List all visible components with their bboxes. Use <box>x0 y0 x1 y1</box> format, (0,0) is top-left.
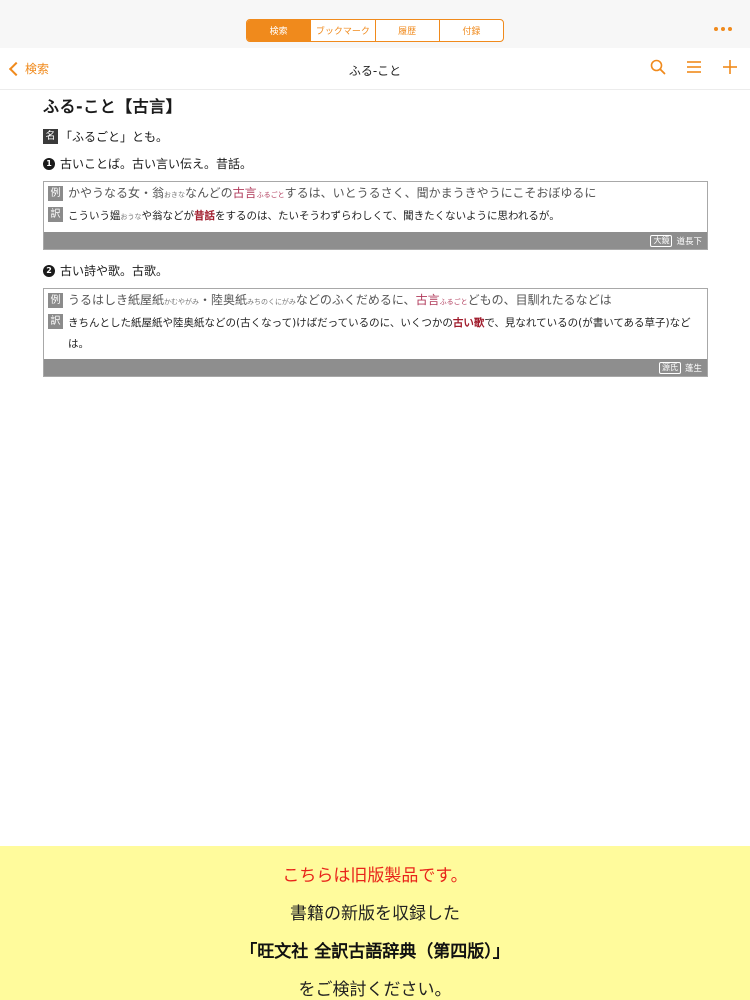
translation-text: こういう媼おうなや翁などが昔話をするのは、たいそうわずらわしくて、聞きたくないよ… <box>68 210 560 222</box>
pos-tag: 名 <box>43 129 58 144</box>
source-bar: 大鏡 道長下 <box>44 232 707 249</box>
source-book[interactable]: 源氏 <box>658 361 681 374</box>
source-chapter: 蓬生 <box>684 363 702 374</box>
example-text: うるはしき紙屋紙かむやがみ・陸奥紙みちのくにがみなどのふくだめるに、古言ふるごと… <box>68 293 612 307</box>
sense-1: 1 古いことば。古い言い伝え。昔話。 <box>43 155 708 172</box>
tab-appendix[interactable]: 付録 <box>438 20 503 41</box>
translation-line: 訳 きちんとした紙屋紙や陸奥紙などの(古くなって)けばだっているのに、いくつかの… <box>44 311 707 359</box>
tab-search[interactable]: 検索 <box>247 20 311 41</box>
example-line: 例 かやうなる女・翁おきななんどの古言ふるごとするは、いとうるさく、聞かまうきや… <box>44 182 707 204</box>
translation-line: 訳 こういう媼おうなや翁などが昔話をするのは、たいそうわずらわしくて、聞きたくな… <box>44 204 707 232</box>
translation-tag: 訳 <box>48 207 63 222</box>
translation-tag: 訳 <box>48 314 63 329</box>
example-box-1: 例 かやうなる女・翁おきななんどの古言ふるごとするは、いとうるさく、聞かまうきや… <box>43 181 708 250</box>
example-line: 例 うるはしき紙屋紙かむやがみ・陸奥紙みちのくにがみなどのふくだめるに、古言ふる… <box>44 289 707 311</box>
list-icon[interactable] <box>686 60 702 74</box>
tab-history[interactable]: 履歴 <box>374 20 439 41</box>
source-bar: 源氏 蓬生 <box>44 359 707 376</box>
part-of-speech-line: 名 「ふるごと」とも。 <box>43 128 708 145</box>
pos-note: 「ふるごと」とも。 <box>60 130 169 144</box>
segmented-control: 検索 ブックマーク 履歴 付録 <box>246 19 504 42</box>
example-tag: 例 <box>48 186 63 201</box>
headword-highlight[interactable]: 古言 <box>416 293 440 307</box>
example-tag: 例 <box>48 293 63 308</box>
source-chapter: 道長下 <box>676 236 702 247</box>
translation-text: きちんとした紙屋紙や陸奥紙などの(古くなって)けばだっているのに、いくつかの古い… <box>68 317 691 350</box>
sense-definition: 古いことば。古い言い伝え。昔話。 <box>60 157 253 171</box>
top-tab-bar: 検索 ブックマーク 履歴 付録 <box>0 0 750 48</box>
page-title: ふる-こと <box>348 64 402 78</box>
old-version-notice: こちらは旧版製品です。 書籍の新版を収録した 「旺文社 全訳古語辞典（第四版）」… <box>0 846 750 1000</box>
source-book[interactable]: 大鏡 <box>650 234 673 247</box>
sense-2: 2 古い詩や歌。古歌。 <box>43 262 708 279</box>
entry-content: ふる-こと【古言】 名 「ふるごと」とも。 1 古いことば。古い言い伝え。昔話。… <box>43 93 708 389</box>
navigation-bar: 検索 ふる-こと <box>0 48 750 90</box>
notice-line-1: こちらは旧版製品です。 <box>282 866 468 886</box>
more-icon[interactable] <box>714 22 736 36</box>
headword-highlight[interactable]: 古言 <box>233 186 257 200</box>
search-icon[interactable] <box>650 59 666 75</box>
plus-icon[interactable] <box>722 59 738 75</box>
nav-actions <box>650 59 738 75</box>
sense-number: 1 <box>43 157 55 170</box>
notice-line-2: 書籍の新版を収録した <box>290 904 460 924</box>
sense-definition: 古い詩や歌。古歌。 <box>60 264 169 278</box>
tab-bookmark[interactable]: ブックマーク <box>310 20 374 41</box>
sense-number: 2 <box>43 264 55 277</box>
headword: ふる-こと【古言】 <box>43 97 183 116</box>
notice-line-4: をご検討ください。 <box>298 980 452 1000</box>
example-box-2: 例 うるはしき紙屋紙かむやがみ・陸奥紙みちのくにがみなどのふくだめるに、古言ふる… <box>43 288 708 377</box>
notice-line-3: 「旺文社 全訳古語辞典（第四版）」 <box>240 942 510 962</box>
example-text: かやうなる女・翁おきななんどの古言ふるごとするは、いとうるさく、聞かまうきやうに… <box>68 186 597 200</box>
